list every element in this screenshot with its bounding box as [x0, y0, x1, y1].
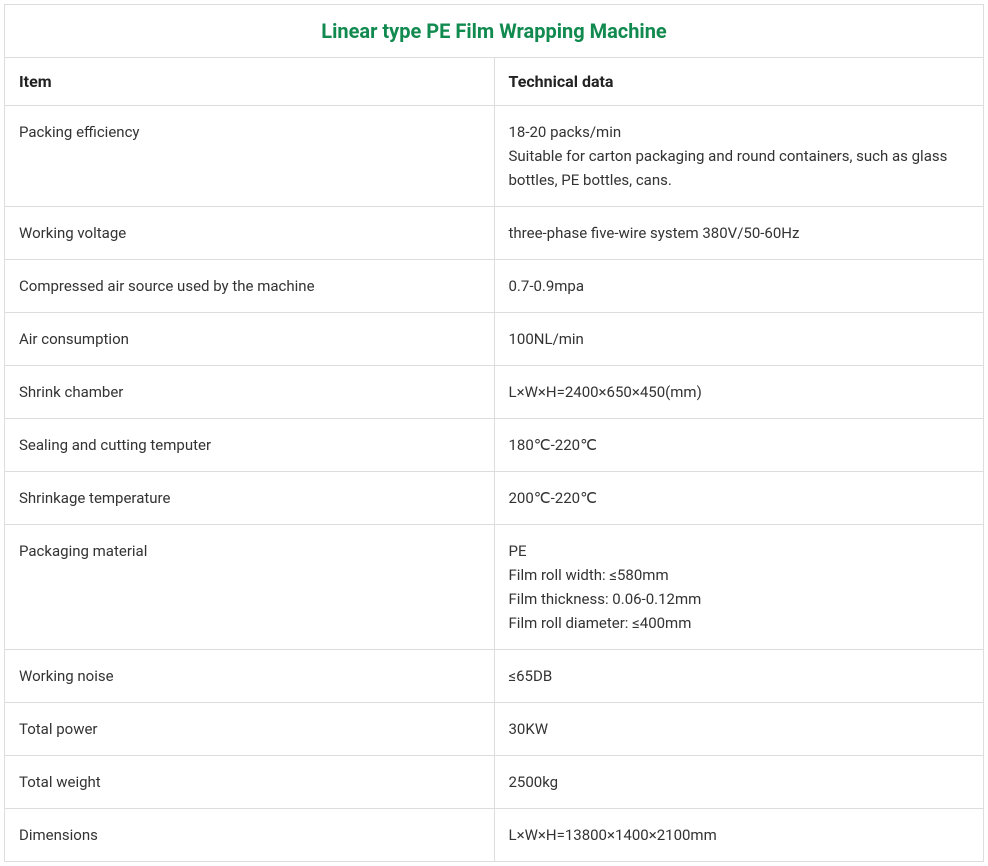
- cell-data: L×W×H=2400×650×450(mm): [494, 366, 984, 419]
- cell-data: three-phase five-wire system 380V/50-60H…: [494, 207, 984, 260]
- cell-data: ≤65DB: [494, 650, 984, 703]
- table-row: Compressed air source used by the machin…: [5, 260, 984, 313]
- cell-item: Sealing and cutting temputer: [5, 419, 495, 472]
- cell-item: Compressed air source used by the machin…: [5, 260, 495, 313]
- table-row: Working voltage three-phase five-wire sy…: [5, 207, 984, 260]
- cell-item: Air consumption: [5, 313, 495, 366]
- cell-data: 200℃-220℃: [494, 472, 984, 525]
- cell-item: Packing efficiency: [5, 106, 495, 207]
- cell-item: Packaging material: [5, 525, 495, 650]
- cell-data: 100NL/min: [494, 313, 984, 366]
- table-title: Linear type PE Film Wrapping Machine: [5, 5, 984, 58]
- table-row: Sealing and cutting temputer 180℃-220℃: [5, 419, 984, 472]
- spec-table: Linear type PE Film Wrapping Machine Ite…: [4, 4, 984, 862]
- cell-data: 0.7-0.9mpa: [494, 260, 984, 313]
- cell-item: Shrinkage temperature: [5, 472, 495, 525]
- cell-data: PE Film roll width: ≤580mm Film thicknes…: [494, 525, 984, 650]
- table-row: Working noise ≤65DB: [5, 650, 984, 703]
- cell-item: Shrink chamber: [5, 366, 495, 419]
- table-row: Total power 30KW: [5, 703, 984, 756]
- cell-data: 180℃-220℃: [494, 419, 984, 472]
- table-row: Packaging material PE Film roll width: ≤…: [5, 525, 984, 650]
- table-row: Shrink chamber L×W×H=2400×650×450(mm): [5, 366, 984, 419]
- table-row: Dimensions L×W×H=13800×1400×2100mm: [5, 809, 984, 862]
- table-row: Total weight 2500kg: [5, 756, 984, 809]
- cell-item: Working noise: [5, 650, 495, 703]
- cell-item: Total weight: [5, 756, 495, 809]
- table-row: Shrinkage temperature 200℃-220℃: [5, 472, 984, 525]
- cell-data: L×W×H=13800×1400×2100mm: [494, 809, 984, 862]
- cell-item: Total power: [5, 703, 495, 756]
- col-head-data: Technical data: [494, 58, 984, 106]
- cell-item: Dimensions: [5, 809, 495, 862]
- cell-item: Working voltage: [5, 207, 495, 260]
- table-row: Air consumption 100NL/min: [5, 313, 984, 366]
- cell-data: 2500kg: [494, 756, 984, 809]
- cell-data: 18-20 packs/min Suitable for carton pack…: [494, 106, 984, 207]
- table-row: Packing efficiency 18-20 packs/min Suita…: [5, 106, 984, 207]
- col-head-item: Item: [5, 58, 495, 106]
- cell-data: 30KW: [494, 703, 984, 756]
